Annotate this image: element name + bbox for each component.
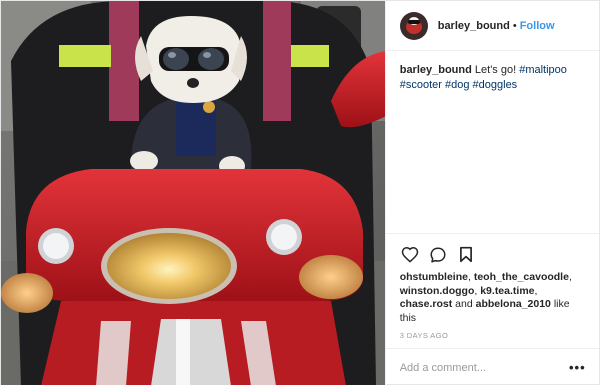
post-caption: barley_bound Let's go! #maltipoo #scoote… <box>386 51 599 93</box>
caption-text: Let's go! <box>471 64 520 76</box>
like-user-link[interactable]: teoh_the_cavoodle <box>474 271 569 283</box>
like-user-link[interactable]: abbelona_2010 <box>476 298 551 310</box>
caption-username[interactable]: barley_bound <box>400 64 472 76</box>
hashtag-link[interactable]: #dog <box>445 79 469 91</box>
like-user-link[interactable]: k9.tea.time <box>480 285 534 297</box>
hashtag-link[interactable]: #doggles <box>473 79 518 91</box>
avatar[interactable] <box>399 11 428 40</box>
header-username[interactable]: barley_bound <box>438 20 510 32</box>
heart-icon[interactable] <box>400 245 420 265</box>
bookmark-icon[interactable] <box>456 245 476 265</box>
hashtag-link[interactable]: #maltipoo <box>519 64 567 76</box>
hashtag-link[interactable]: #scooter <box>400 79 442 91</box>
dog-on-scooter-photo <box>1 1 385 385</box>
comment-bar: ••• <box>385 348 599 385</box>
like-user-link[interactable]: chase.rost <box>400 298 453 310</box>
post-timestamp[interactable]: 3 DAYS AGO <box>386 325 599 348</box>
like-user-link[interactable]: ohstumbleine <box>400 271 468 283</box>
separator-dot: • <box>512 19 517 32</box>
instagram-post: barley_bound • Follow barley_bound Let's… <box>0 0 600 385</box>
follow-button[interactable]: Follow <box>520 20 555 32</box>
ellipsis-icon[interactable]: ••• <box>569 360 585 375</box>
comment-input[interactable] <box>399 361 569 374</box>
like-user-link[interactable]: winston.doggo <box>400 285 475 297</box>
post-sidebar: barley_bound • Follow barley_bound Let's… <box>384 1 599 385</box>
post-photo[interactable] <box>1 1 385 385</box>
action-bar <box>385 233 599 267</box>
likes-summary: ohstumbleine, teoh_the_cavoodle, winston… <box>399 271 572 324</box>
post-header: barley_bound • Follow <box>385 1 599 51</box>
speech-bubble-icon[interactable] <box>428 245 448 265</box>
